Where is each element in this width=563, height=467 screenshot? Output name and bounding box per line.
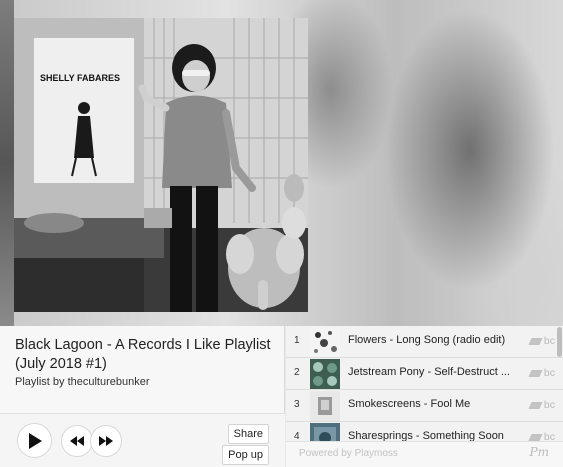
bandcamp-icon (528, 401, 543, 409)
footer: Powered by Playmoss Pm (286, 441, 563, 467)
cover-art: SHELLY FABARES (14, 18, 308, 312)
track-thumbnail (310, 423, 340, 441)
playmoss-player: SHELLY FABARES Black Lagoon - A Records … (0, 0, 563, 467)
poster-text: SHELLY FABARES (40, 73, 120, 83)
previous-button[interactable] (61, 425, 93, 457)
track-title: Sharesprings - Something Soon (348, 430, 504, 441)
playlist-byline[interactable]: Playlist by theculturebunker (15, 376, 150, 388)
bandcamp-icon (528, 337, 543, 345)
track-number: 3 (294, 399, 300, 410)
track-row[interactable]: 1 Flowers - Long Song (radio edit) bc (286, 326, 563, 358)
track-title: Flowers - Long Song (radio edit) (348, 334, 506, 346)
track-row[interactable]: 3 Smokescreens - Fool Me bc (286, 390, 563, 422)
playlist-title[interactable]: Black Lagoon - A Records I Like Playlist… (15, 336, 277, 374)
bandcamp-icon (528, 433, 543, 441)
track-number: 4 (294, 431, 300, 441)
track-thumbnail (310, 359, 340, 389)
playmoss-logo[interactable]: Pm (530, 445, 549, 459)
bandcamp-source[interactable]: bc (528, 335, 555, 347)
popup-button[interactable]: Pop up (222, 445, 269, 465)
bandcamp-icon (528, 369, 543, 377)
track-row[interactable]: 2 Jetstream Pony - Self-Destruct ... bc (286, 358, 563, 390)
playlist-info-panel: Black Lagoon - A Records I Like Playlist… (0, 326, 285, 467)
next-button[interactable] (90, 425, 122, 457)
track-title: Jetstream Pony - Self-Destruct ... (348, 366, 510, 378)
bandcamp-source[interactable]: bc (528, 367, 555, 379)
bandcamp-source[interactable]: bc (528, 399, 555, 411)
track-thumbnail (310, 327, 340, 357)
backdrop-edge (0, 0, 14, 326)
bandcamp-source[interactable]: bc (528, 431, 555, 441)
tracklist: 1 Flowers - Long Song (radio edit) bc 2 (286, 326, 563, 441)
track-number: 1 (294, 335, 300, 346)
tracklist-scrollbar[interactable] (557, 327, 562, 357)
track-number: 2 (294, 367, 300, 378)
track-title: Smokescreens - Fool Me (348, 398, 471, 410)
powered-by-link[interactable]: Powered by Playmoss (299, 448, 398, 459)
next-icon (99, 436, 113, 446)
track-row[interactable]: 4 Sharesprings - Something Soon bc (286, 422, 563, 441)
share-button[interactable]: Share (227, 424, 269, 444)
player-controls: Share Pop up (0, 413, 285, 467)
track-thumbnail (310, 391, 340, 421)
play-icon (28, 432, 42, 449)
previous-icon (70, 436, 84, 446)
play-button[interactable] (17, 423, 52, 458)
